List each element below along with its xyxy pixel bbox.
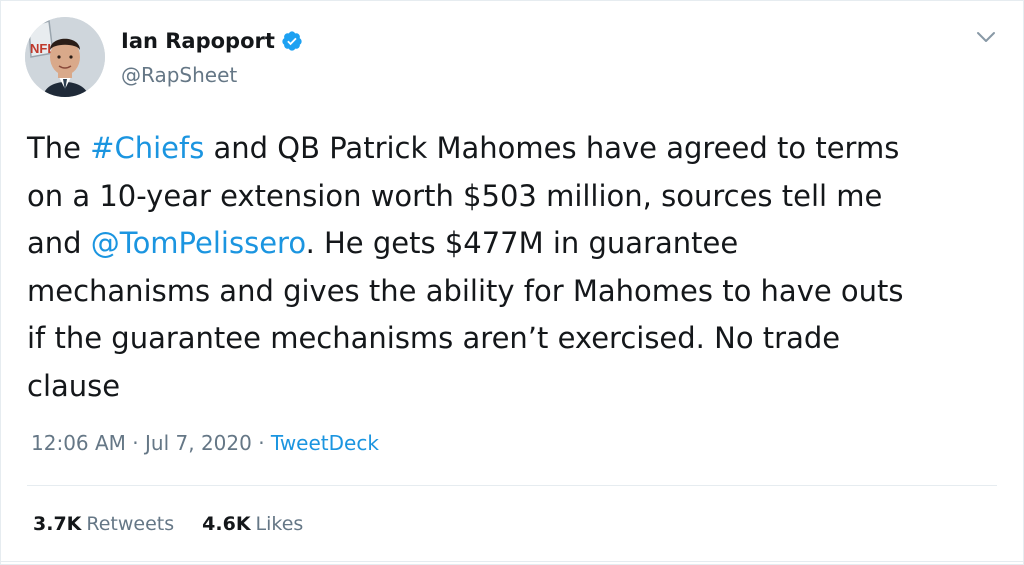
tweet-time[interactable]: 12:06 AM bbox=[31, 431, 126, 455]
tweet-text-segment: . He gets $477M in guarantee bbox=[305, 226, 739, 260]
author-name-text: Ian Rapoport bbox=[121, 29, 275, 53]
tweet-line: on a 10-year extension worth $503 millio… bbox=[27, 173, 987, 221]
chevron-down-icon[interactable] bbox=[975, 29, 997, 45]
tweet-text-segment: and bbox=[27, 226, 91, 260]
avatar-image: NFL bbox=[25, 17, 105, 97]
meta-separator: · bbox=[125, 431, 146, 455]
tweet-line: if the guarantee mechanisms aren’t exerc… bbox=[27, 315, 987, 363]
tweet-text: The #Chiefs and QB Patrick Mahomes have … bbox=[27, 125, 987, 410]
tweet-text-segment: and QB Patrick Mahomes have agreed to te… bbox=[204, 131, 900, 165]
mention-link-tompelissero[interactable]: @TomPelissero bbox=[91, 226, 306, 260]
verified-badge-icon bbox=[282, 31, 302, 51]
author-name[interactable]: Ian Rapoport bbox=[121, 29, 303, 53]
divider bbox=[1, 561, 1023, 562]
tweet-stats: 3.7K Retweets 4.6K Likes bbox=[33, 513, 303, 535]
author-handle[interactable]: @RapSheet bbox=[121, 63, 237, 87]
tweet-meta: 12:06 AM · Jul 7, 2020 · TweetDeck bbox=[31, 431, 379, 455]
tweet-date[interactable]: Jul 7, 2020 bbox=[145, 431, 252, 455]
tweet-text-segment: The bbox=[27, 131, 91, 165]
tweet-text-segment: clause bbox=[27, 368, 121, 403]
avatar[interactable]: NFL bbox=[25, 17, 105, 97]
tweet-line: mechanisms and gives the ability for Mah… bbox=[27, 268, 987, 316]
meta-separator: · bbox=[251, 431, 271, 455]
tweet-line: and @TomPelissero. He gets $477M in guar… bbox=[27, 220, 987, 268]
tweet-card: NFL Ian Rapoport @RapSheet The #Chiefs a… bbox=[0, 0, 1024, 565]
tweet-line: clause bbox=[27, 363, 987, 411]
retweets-count: 3.7K bbox=[33, 513, 82, 535]
retweets-stat[interactable]: 3.7K Retweets bbox=[33, 513, 174, 535]
likes-label: Likes bbox=[255, 513, 304, 535]
divider bbox=[27, 485, 997, 486]
tweet-line: The #Chiefs and QB Patrick Mahomes have … bbox=[27, 125, 987, 173]
hashtag-link-chiefs[interactable]: #Chiefs bbox=[90, 131, 204, 165]
likes-stat[interactable]: 4.6K Likes bbox=[202, 513, 303, 535]
tweet-text-segment: on a 10-year extension worth $503 millio… bbox=[27, 178, 883, 213]
likes-count: 4.6K bbox=[202, 513, 251, 535]
retweets-label: Retweets bbox=[86, 513, 175, 535]
tweet-source-link[interactable]: TweetDeck bbox=[271, 431, 379, 455]
tweet-text-segment: mechanisms and gives the ability for Mah… bbox=[27, 273, 904, 308]
tweet-text-segment: if the guarantee mechanisms aren’t exerc… bbox=[27, 321, 841, 355]
